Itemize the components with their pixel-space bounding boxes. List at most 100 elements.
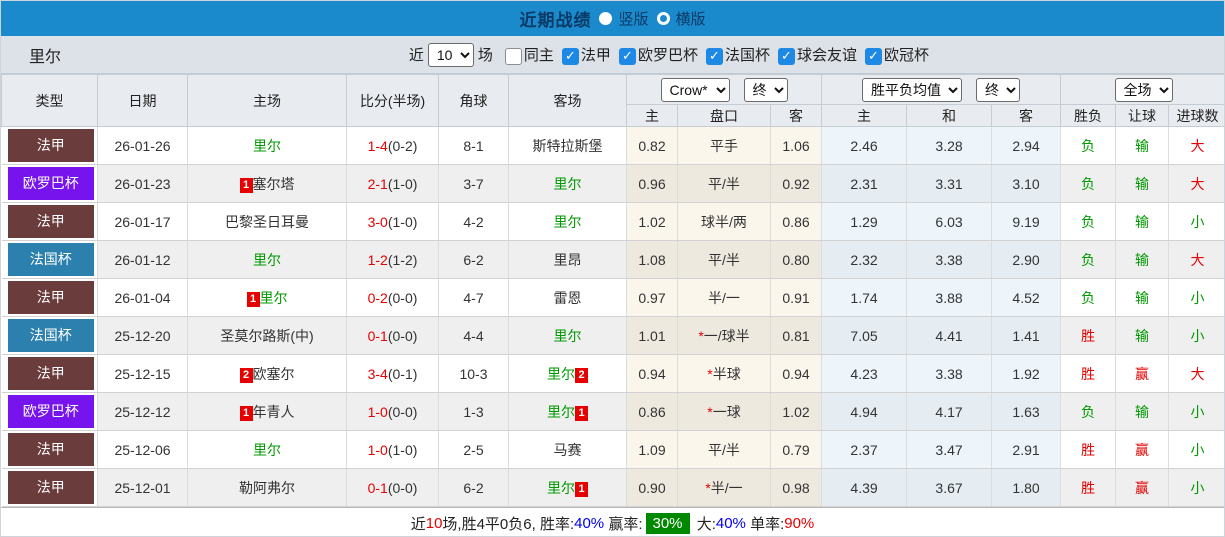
competition-checkbox-label[interactable]: 法甲 bbox=[581, 47, 611, 64]
corner-cell: 6-2 bbox=[438, 240, 509, 279]
overunder-result-cell: 小 bbox=[1168, 430, 1224, 469]
home-team-name: 巴黎圣日耳曼 bbox=[225, 213, 309, 230]
halftime-score: (1-0) bbox=[387, 175, 418, 192]
home-team-cell: 巴黎圣日耳曼 bbox=[187, 202, 347, 241]
checkbox-checked-icon[interactable]: ✓ bbox=[777, 47, 795, 65]
competition-type-cell: 欧罗巴杯 bbox=[1, 392, 98, 431]
col-header-avg-home: 主 bbox=[821, 104, 908, 127]
away-team-name: 里尔 bbox=[547, 403, 575, 420]
winloss-result-cell: 负 bbox=[1060, 164, 1117, 203]
home-team-name: 里尔 bbox=[259, 289, 288, 306]
match-date-cell: 25-12-15 bbox=[97, 354, 188, 393]
summary-segment: 近 bbox=[410, 515, 426, 533]
corner-cell: 1-3 bbox=[438, 392, 509, 431]
overunder-result-cell: 小 bbox=[1168, 392, 1224, 431]
competition-checkbox-label[interactable]: 球会友谊 bbox=[797, 47, 857, 64]
home-team-cell: 里尔 bbox=[187, 126, 347, 165]
col-header-winloss: 胜负 bbox=[1060, 104, 1117, 127]
handicap-star: * bbox=[707, 403, 713, 420]
card-count-badge: 2 bbox=[239, 367, 253, 383]
match-date-cell: 26-01-04 bbox=[97, 278, 188, 317]
col-header-goals: 进球数 bbox=[1168, 104, 1224, 127]
result-header-group: 全场 bbox=[1060, 74, 1224, 105]
handicap-result-cell: 输 bbox=[1115, 316, 1170, 355]
avg-home-cell: 4.94 bbox=[821, 392, 908, 431]
col-header-handicap-result: 让球 bbox=[1115, 104, 1170, 127]
avg-home-cell: 4.23 bbox=[821, 354, 908, 393]
avg-draw-cell: 3.38 bbox=[906, 354, 993, 393]
competition-type-badge: 法甲 bbox=[7, 471, 94, 504]
match-row: 法国杯 26-01-12 里尔 1-2(1-2) 6-2 里昂 1.08 平/半 0.80 2.3… bbox=[1, 240, 1224, 279]
checkbox-checked-icon[interactable]: ✓ bbox=[561, 47, 579, 65]
away-team-name: 里尔 bbox=[547, 479, 575, 496]
handicap-result-cell: 输 bbox=[1115, 164, 1170, 203]
odds-company-select[interactable]: Crow* bbox=[660, 77, 730, 102]
team-name: 里尔 bbox=[29, 48, 62, 66]
fulltime-score: 1-2 bbox=[367, 251, 388, 268]
match-date-cell: 25-12-06 bbox=[97, 430, 188, 469]
winloss-result-cell: 胜 bbox=[1060, 468, 1117, 507]
halftime-score: (0-0) bbox=[387, 403, 418, 420]
halftime-score: (0-0) bbox=[387, 479, 418, 496]
halftime-score: (0-2) bbox=[387, 137, 418, 154]
avg-period-select[interactable]: 终 bbox=[976, 77, 1021, 102]
avg-type-select[interactable]: 胜平负均值 bbox=[862, 77, 963, 102]
layout-radio-vertical[interactable]: 竖版 bbox=[599, 8, 649, 29]
checkbox-checked-icon[interactable]: ✓ bbox=[618, 47, 636, 65]
away-team-name: 马赛 bbox=[553, 441, 582, 458]
home-team-name: 圣莫尔路斯(中) bbox=[220, 327, 314, 344]
match-row: 欧罗巴杯 25-12-12 1 年青人 1-0(0-0) 1-3 里尔 1 0.86 *一球 1.0… bbox=[1, 392, 1224, 431]
col-header-avg-draw: 和 bbox=[906, 104, 993, 127]
odds-away-cell: 1.06 bbox=[769, 126, 823, 165]
fulltime-score: 1-0 bbox=[367, 441, 388, 458]
competition-type-cell: 法国杯 bbox=[1, 240, 98, 279]
odds-period-select[interactable]: 终 bbox=[743, 77, 788, 102]
match-date-cell: 26-01-26 bbox=[97, 126, 188, 165]
corner-cell: 6-2 bbox=[438, 468, 509, 507]
home-team-cell: 里尔 bbox=[187, 240, 347, 279]
handicap-cell: 平/半 bbox=[677, 430, 771, 469]
avg-draw-cell: 3.67 bbox=[906, 468, 993, 507]
winloss-result-cell: 负 bbox=[1060, 278, 1117, 317]
layout-radio-horizontal[interactable]: 横版 bbox=[656, 8, 706, 29]
avg-away-cell: 1.92 bbox=[991, 354, 1062, 393]
recent-count-select[interactable]: 10 bbox=[427, 42, 474, 67]
odds-away-cell: 0.91 bbox=[769, 278, 823, 317]
handicap-cell: *半球 bbox=[677, 354, 771, 393]
away-team-name: 里昂 bbox=[553, 251, 582, 268]
radio-vertical-label[interactable]: 竖版 bbox=[618, 8, 648, 29]
summary-segment: 90% bbox=[784, 514, 815, 532]
away-team-name: 里尔 bbox=[553, 213, 582, 230]
summary-segment: 10 bbox=[425, 514, 443, 532]
avg-draw-cell: 4.17 bbox=[906, 392, 993, 431]
handicap-result-cell: 赢 bbox=[1115, 430, 1170, 469]
competition-checkbox-label[interactable]: 欧罗巴杯 bbox=[638, 47, 698, 64]
checkbox-checked-icon[interactable]: ✓ bbox=[864, 47, 882, 65]
match-row: 法甲 26-01-26 里尔 1-4(0-2) 8-1 斯特拉斯堡 0.82 平手 1.06 2.… bbox=[1, 126, 1224, 165]
handicap-result-cell: 输 bbox=[1115, 278, 1170, 317]
radio-horizontal-label[interactable]: 横版 bbox=[676, 8, 706, 29]
home-team-cell: 里尔 bbox=[187, 430, 347, 469]
overunder-result-cell: 大 bbox=[1168, 240, 1224, 279]
overunder-result-cell: 小 bbox=[1168, 202, 1224, 241]
corner-cell: 8-1 bbox=[438, 126, 509, 165]
competition-type-cell: 法甲 bbox=[1, 430, 98, 469]
result-scope-select[interactable]: 全场 bbox=[1114, 77, 1173, 102]
odds-away-cell: 0.80 bbox=[769, 240, 823, 279]
radio-selected-icon[interactable] bbox=[599, 12, 613, 25]
competition-checkbox-label[interactable]: 法国杯 bbox=[725, 47, 770, 64]
checkbox-unchecked-icon[interactable] bbox=[504, 47, 522, 65]
fulltime-score: 1-4 bbox=[367, 137, 388, 154]
score-cell: 3-0(1-0) bbox=[346, 202, 439, 241]
competition-checkbox-label[interactable]: 欧冠杯 bbox=[884, 47, 929, 64]
summary-row: 近 10 场,胜4平0负6, 胜率: 40% 赢率: 30% 大: 40% 单率: 90% bbox=[1, 507, 1224, 536]
score-cell: 2-1(1-0) bbox=[346, 164, 439, 203]
avg-home-cell: 7.05 bbox=[821, 316, 908, 355]
competition-checkbox-label[interactable]: 同主 bbox=[524, 47, 554, 64]
competition-type-badge: 法甲 bbox=[7, 205, 94, 238]
checkbox-checked-icon[interactable]: ✓ bbox=[705, 47, 723, 65]
radio-unselected-icon[interactable] bbox=[656, 12, 670, 25]
matches-label: 场 bbox=[477, 47, 493, 64]
col-header-corner: 角球 bbox=[438, 74, 509, 127]
col-header-odds-away: 客 bbox=[769, 104, 823, 127]
